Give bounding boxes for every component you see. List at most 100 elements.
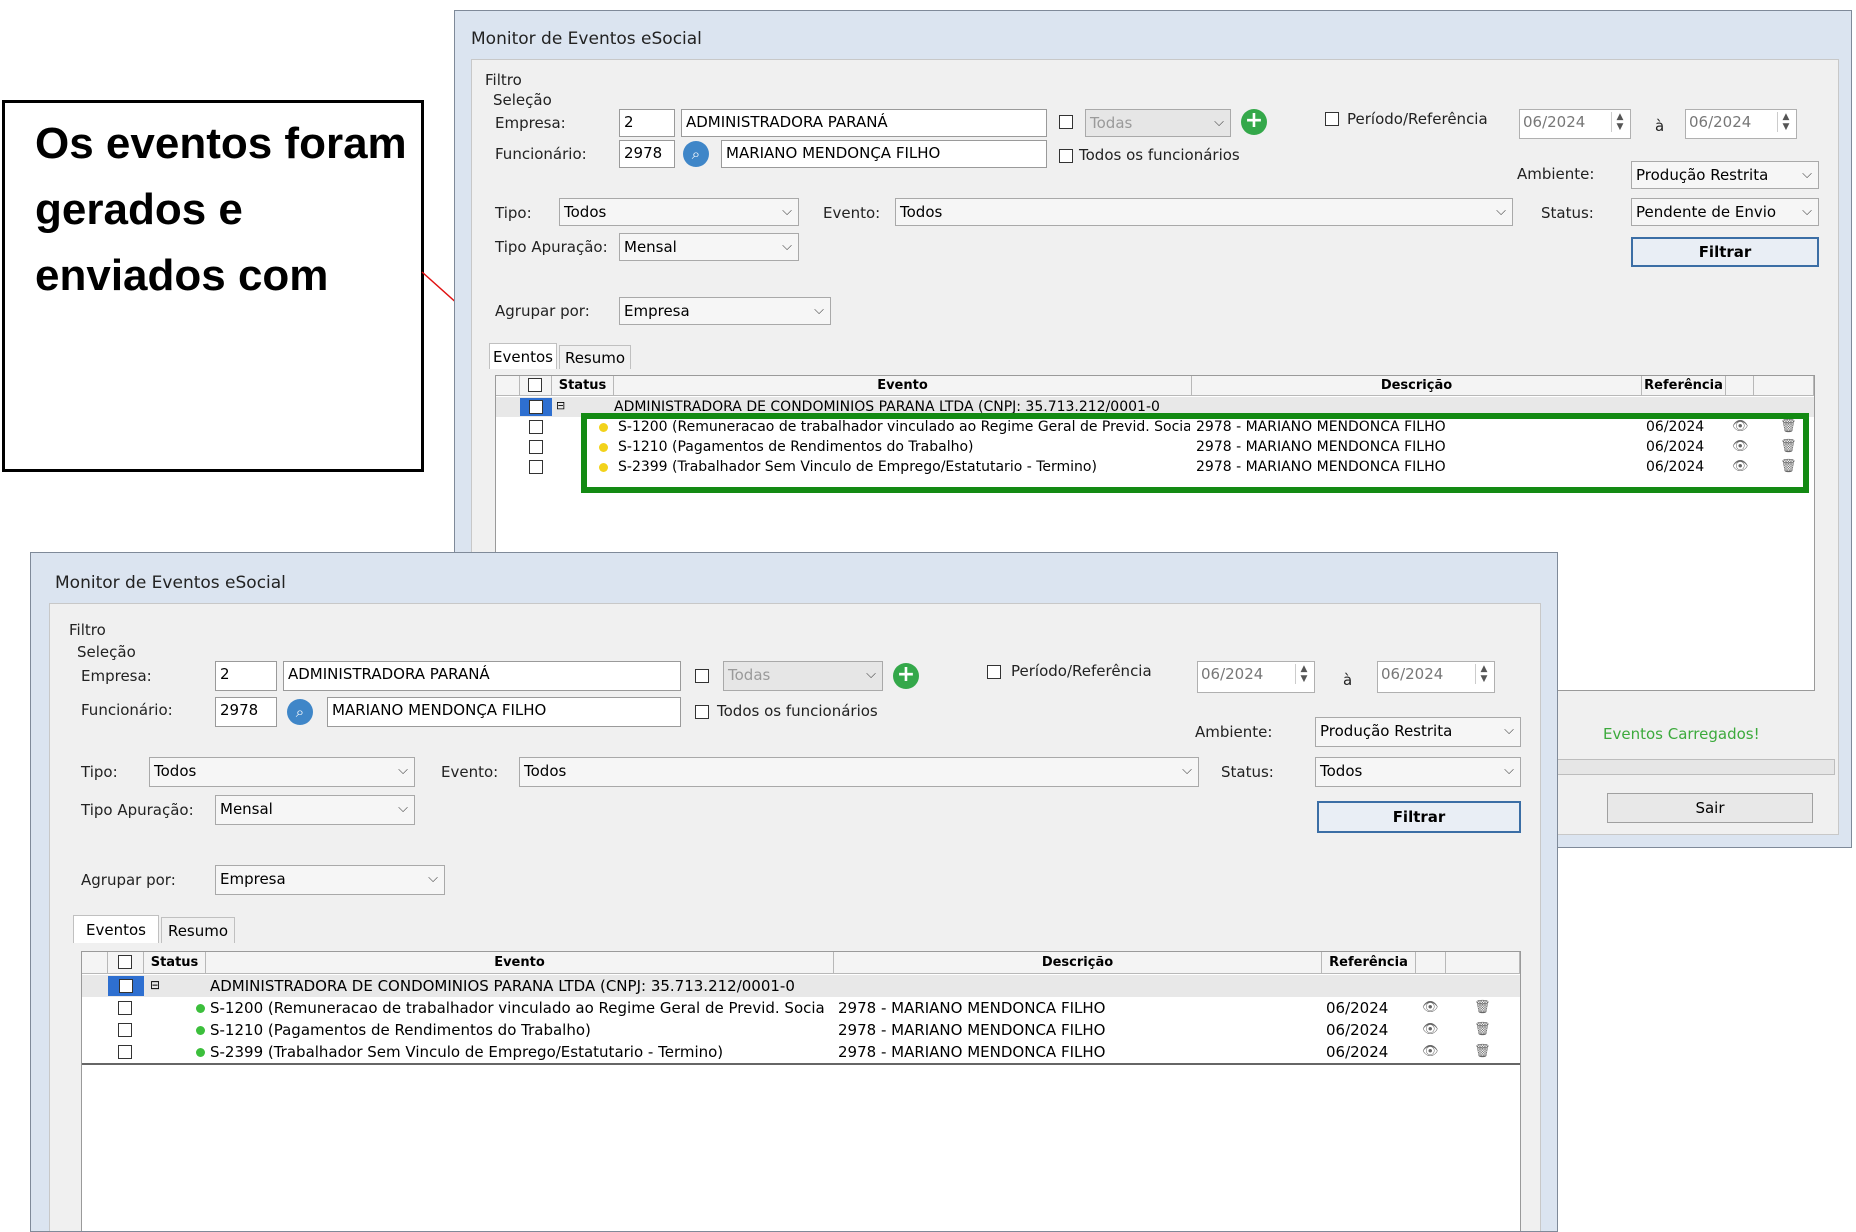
periodo-checkbox[interactable] xyxy=(987,665,1001,679)
periodo-to-input[interactable]: 06/2024 ▲ ▼ xyxy=(1377,661,1495,693)
col-evento[interactable]: Evento xyxy=(614,376,1192,396)
eye-icon[interactable]: 👁 xyxy=(1422,1022,1439,1037)
agrupar-select[interactable]: Empresa ⌵ xyxy=(215,865,445,895)
collapse-icon[interactable]: ⊟ xyxy=(556,397,565,415)
table-row[interactable]: S-1200 (Remuneracao de trabalhador vincu… xyxy=(82,998,1520,1019)
apuracao-value: Mensal xyxy=(624,238,677,256)
ambiente-select[interactable]: Produção Restrita ⌵ xyxy=(1315,717,1521,747)
table-row[interactable]: S-1210 (Pagamentos de Rendimentos do Tra… xyxy=(82,1020,1520,1041)
col-descricao[interactable]: Descrição xyxy=(1192,376,1642,396)
empresa-code-input[interactable]: 2 xyxy=(215,661,277,691)
eye-icon[interactable]: 👁 xyxy=(1422,1044,1439,1059)
tab-resumo[interactable]: Resumo xyxy=(559,345,631,369)
row-checkbox[interactable] xyxy=(118,1045,132,1059)
trash-icon[interactable]: 🗑 xyxy=(1474,1022,1491,1037)
apuracao-select[interactable]: Mensal ⌵ xyxy=(215,795,415,825)
col-status[interactable]: Status xyxy=(552,376,614,396)
sair-button[interactable]: Sair xyxy=(1607,793,1813,823)
progress-bar xyxy=(1555,759,1835,775)
todas-checkbox[interactable] xyxy=(1059,115,1073,129)
apuracao-select[interactable]: Mensal ⌵ xyxy=(619,233,799,261)
filtrar-button[interactable]: Filtrar xyxy=(1631,237,1819,267)
row-checkbox[interactable] xyxy=(529,420,543,434)
search-icon[interactable]: ⌕ xyxy=(287,699,313,725)
row-referencia: 06/2024 xyxy=(1326,999,1389,1017)
status-select[interactable]: Pendente de Envio ⌵ xyxy=(1631,198,1819,226)
monitor-window-after: Monitor de Eventos eSocial Filtro Seleçã… xyxy=(30,552,1558,1232)
status-dot-icon xyxy=(196,1048,205,1057)
collapse-icon[interactable]: ⊟ xyxy=(150,975,160,995)
group-checkbox[interactable] xyxy=(529,400,543,414)
status-select[interactable]: Todos ⌵ xyxy=(1315,757,1521,787)
chevron-down-icon: ⌵ xyxy=(398,801,408,816)
callout-text: Os eventos foram gerados e enviados com xyxy=(35,119,407,300)
row-checkbox[interactable] xyxy=(118,1023,132,1037)
plus-icon[interactable]: + xyxy=(1241,109,1267,135)
ambiente-label: Ambiente: xyxy=(1517,165,1595,183)
row-checkbox[interactable] xyxy=(529,440,543,454)
empresa-name-input[interactable]: ADMINISTRADORA PARANÁ xyxy=(283,661,681,691)
eye-icon[interactable]: 👁 xyxy=(1422,1000,1439,1015)
tipo-value: Todos xyxy=(564,203,607,221)
group-row[interactable]: ⊟ ADMINISTRADORA DE CONDOMINIOS PARANA L… xyxy=(82,975,1520,997)
chevron-down-icon: ⌵ xyxy=(866,667,876,682)
col-status[interactable]: Status xyxy=(144,952,206,974)
spin-icon[interactable]: ▲ ▼ xyxy=(1295,664,1312,684)
row-referencia: 06/2024 xyxy=(1326,1043,1389,1061)
empresa-code-input[interactable]: 2 xyxy=(619,109,675,137)
todas-select[interactable]: Todas ⌵ xyxy=(1085,109,1231,137)
col-referencia[interactable]: Referência xyxy=(1642,376,1726,396)
todas-checkbox[interactable] xyxy=(695,669,709,683)
filtrar-button[interactable]: Filtrar xyxy=(1317,801,1521,833)
periodo-from-input[interactable]: 06/2024 ▲ ▼ xyxy=(1197,661,1315,693)
row-checkbox[interactable] xyxy=(529,460,543,474)
group-select-cell[interactable] xyxy=(520,398,552,416)
periodo-sep: à xyxy=(1655,117,1665,135)
tab-resumo[interactable]: Resumo xyxy=(161,917,235,943)
evento-value: Todos xyxy=(900,203,943,221)
todos-funcionarios-checkbox[interactable] xyxy=(1059,149,1073,163)
tipo-select[interactable]: Todos ⌵ xyxy=(559,198,799,226)
todos-funcionarios-checkbox[interactable] xyxy=(695,705,709,719)
evento-select[interactable]: Todos ⌵ xyxy=(519,757,1199,787)
tab-eventos[interactable]: Eventos xyxy=(73,915,159,943)
evento-select[interactable]: Todos ⌵ xyxy=(895,198,1513,226)
trash-icon[interactable]: 🗑 xyxy=(1474,1044,1491,1059)
agrupar-select[interactable]: Empresa ⌵ xyxy=(619,297,831,325)
spin-icon[interactable]: ▲ ▼ xyxy=(1611,112,1628,132)
select-all-checkbox[interactable] xyxy=(528,378,542,392)
ambiente-select[interactable]: Produção Restrita ⌵ xyxy=(1631,161,1819,189)
events-grid: Status Evento Descrição Referência ⊟ ADM… xyxy=(81,951,1521,1231)
todas-select[interactable]: Todas ⌵ xyxy=(723,661,883,691)
row-checkbox[interactable] xyxy=(118,1001,132,1015)
tipo-select[interactable]: Todos ⌵ xyxy=(149,757,415,787)
col-referencia[interactable]: Referência xyxy=(1322,952,1416,974)
col-delete xyxy=(1446,952,1520,974)
col-evento[interactable]: Evento xyxy=(206,952,834,974)
highlight-box xyxy=(581,413,1809,493)
funcionario-code-input[interactable]: 2978 xyxy=(215,697,277,727)
periodo-checkbox[interactable] xyxy=(1325,112,1339,126)
row-evento: S-2399 (Trabalhador Sem Vinculo de Empre… xyxy=(210,1043,724,1061)
periodo-from-input[interactable]: 06/2024 ▲ ▼ xyxy=(1519,109,1631,139)
spin-icon[interactable]: ▲ ▼ xyxy=(1475,664,1492,684)
spin-icon[interactable]: ▲ ▼ xyxy=(1777,112,1794,132)
funcionario-name-input[interactable]: MARIANO MENDONÇA FILHO xyxy=(327,697,681,727)
trash-icon[interactable]: 🗑 xyxy=(1474,1000,1491,1015)
empresa-name-input[interactable]: ADMINISTRADORA PARANÁ xyxy=(681,109,1047,137)
ambiente-value: Produção Restrita xyxy=(1636,166,1769,184)
search-icon[interactable]: ⌕ xyxy=(683,141,709,167)
table-row[interactable]: S-2399 (Trabalhador Sem Vinculo de Empre… xyxy=(82,1042,1520,1065)
periodo-to-input[interactable]: 06/2024 ▲ ▼ xyxy=(1685,109,1797,139)
group-checkbox[interactable] xyxy=(119,979,133,993)
funcionario-name-input[interactable]: MARIANO MENDONÇA FILHO xyxy=(721,140,1047,168)
group-select-cell[interactable] xyxy=(108,976,144,996)
agrupar-value: Empresa xyxy=(624,302,690,320)
periodo-label: Período/Referência xyxy=(1011,662,1152,680)
funcionario-code-input[interactable]: 2978 xyxy=(619,140,675,168)
col-descricao[interactable]: Descrição xyxy=(834,952,1322,974)
tab-eventos[interactable]: Eventos xyxy=(489,343,557,369)
periodo-to-value: 06/2024 xyxy=(1689,113,1752,131)
plus-icon[interactable]: + xyxy=(893,663,919,689)
select-all-checkbox[interactable] xyxy=(118,955,132,969)
